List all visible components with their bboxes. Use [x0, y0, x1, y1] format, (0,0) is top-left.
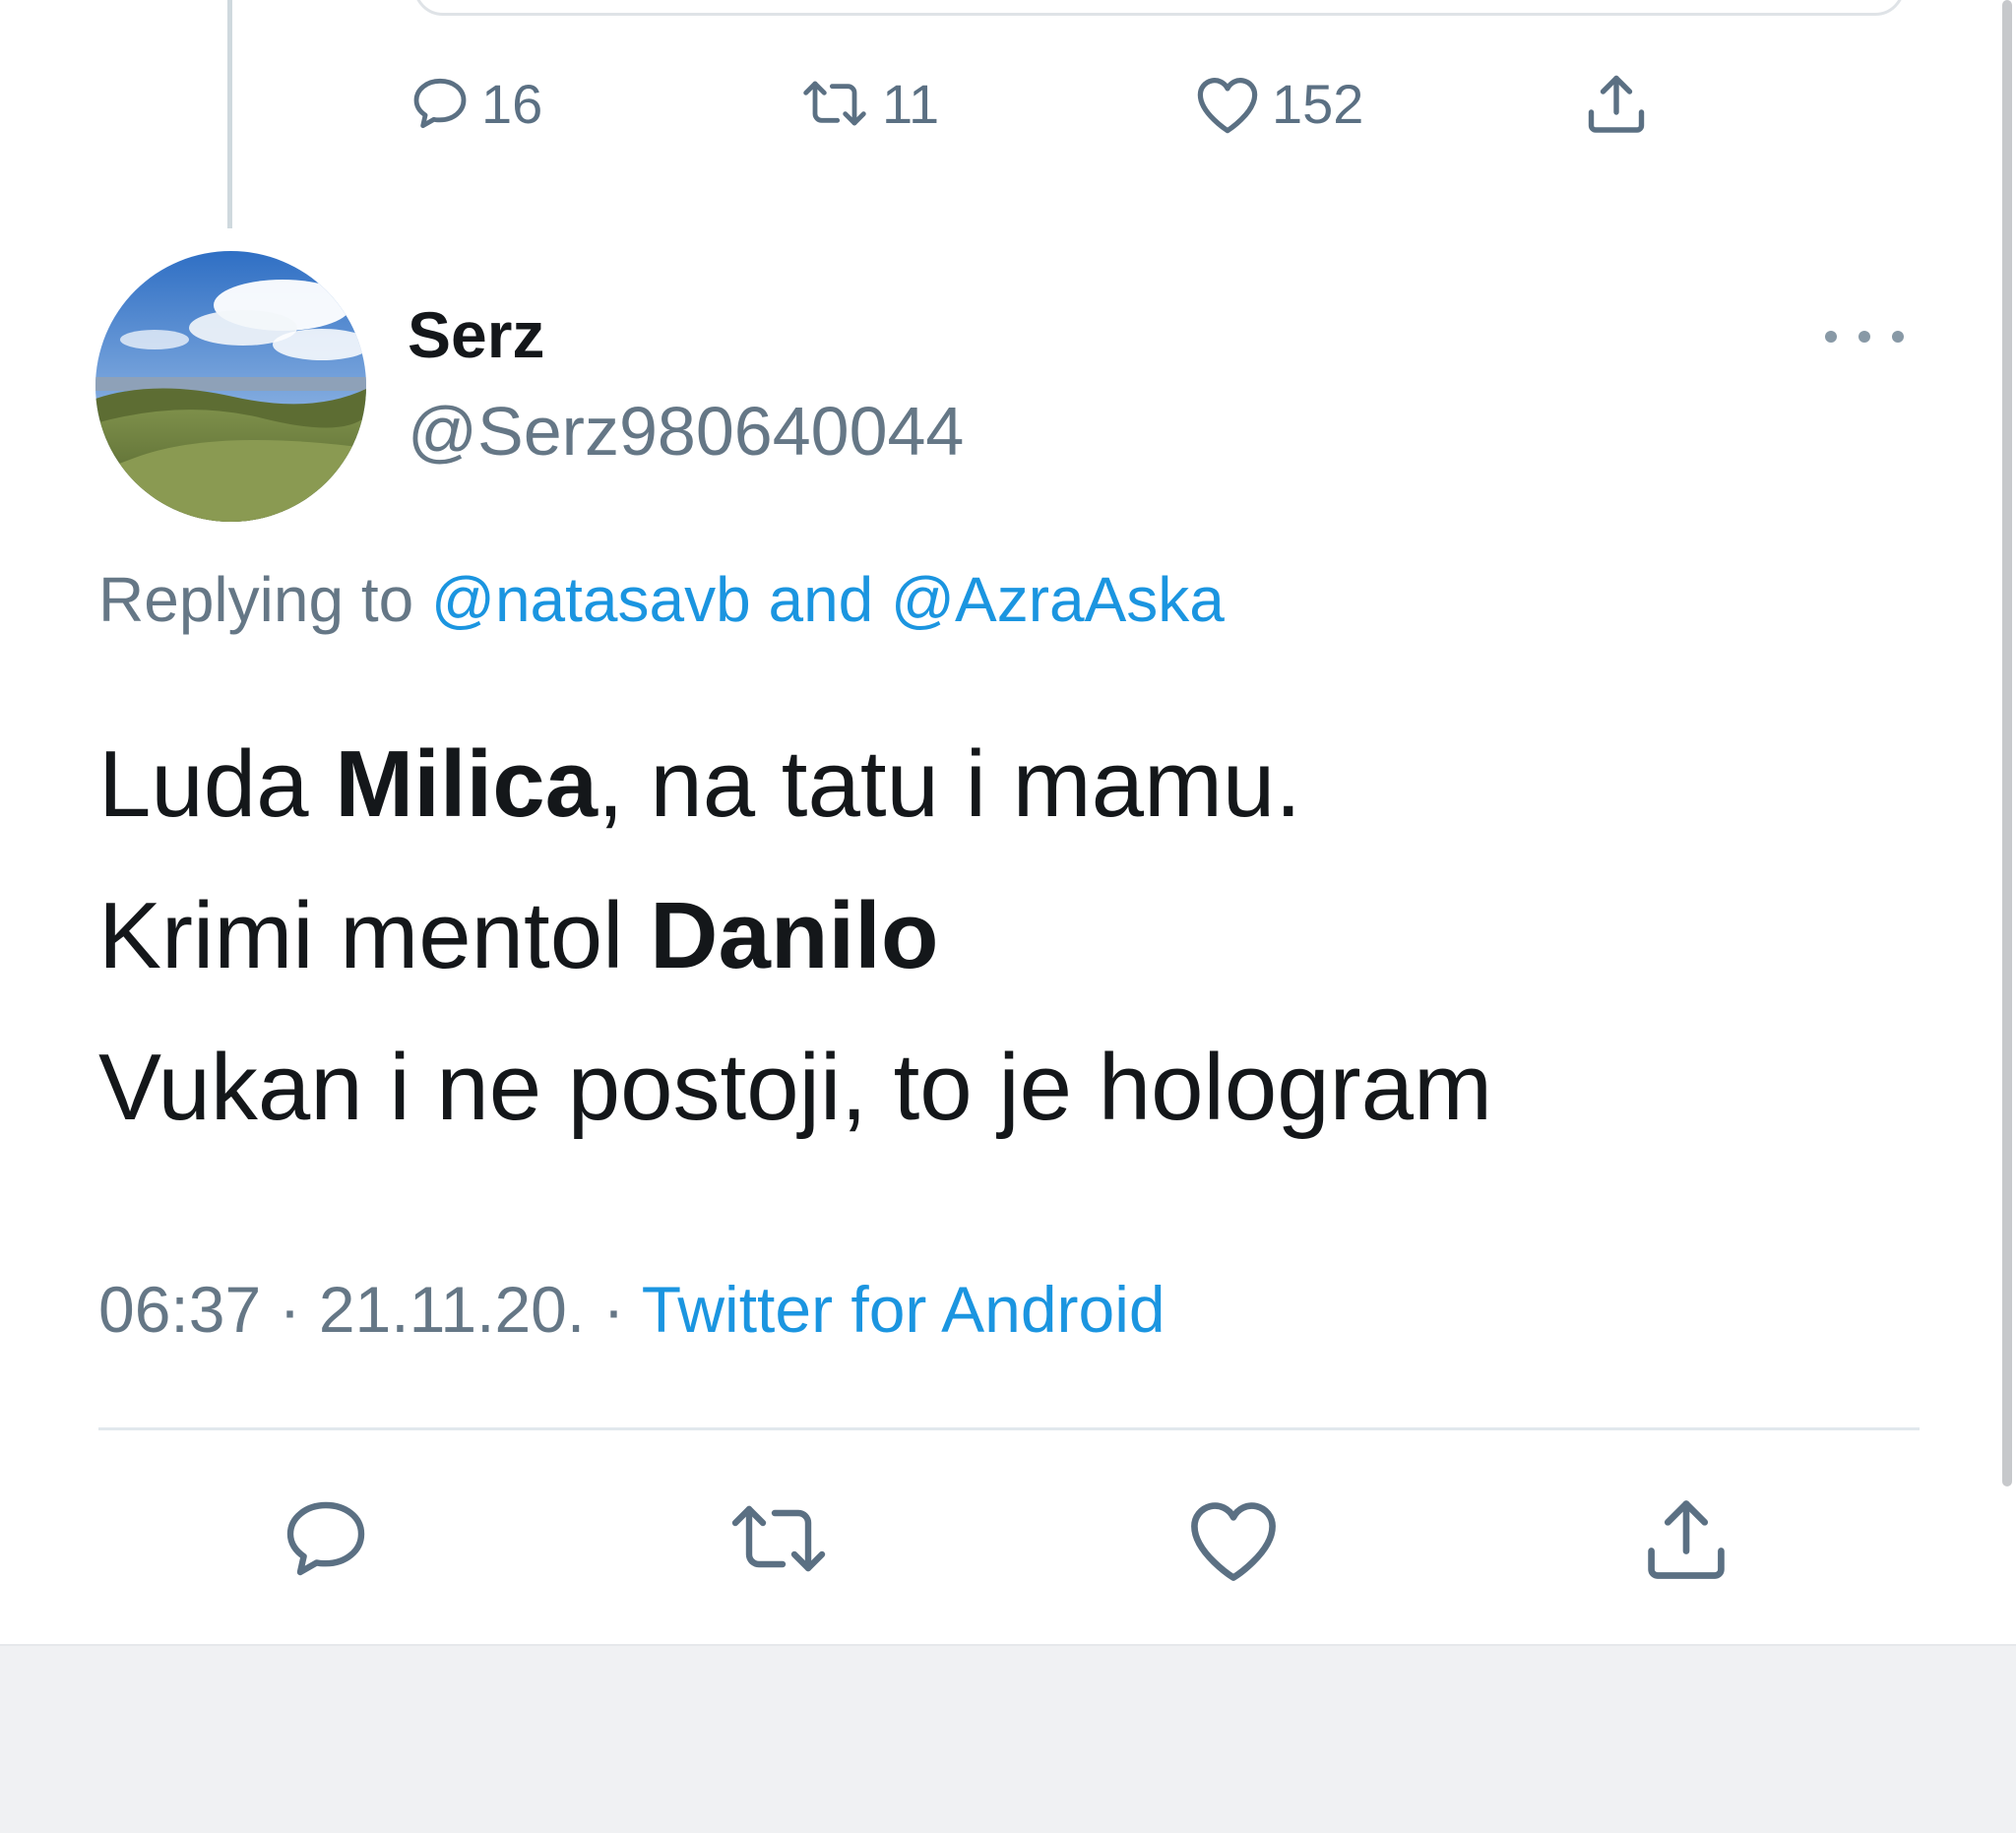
share-icon — [1581, 68, 1652, 139]
reply-button[interactable] — [272, 1486, 380, 1595]
previous-tweet-card-edge — [413, 0, 1905, 16]
tweet-line: Luda Milica, na tatu i mamu. — [98, 709, 1492, 860]
avatar[interactable] — [95, 251, 366, 522]
previous-tweet-action-bar: 16 11 152 — [0, 59, 2016, 148]
share-button[interactable] — [1632, 1486, 1740, 1595]
tweet-action-bar — [0, 1486, 2016, 1595]
more-dot — [1892, 331, 1904, 343]
share-icon — [1637, 1489, 1735, 1593]
replying-to-prefix: Replying to — [98, 564, 414, 635]
tweet-time: 06:37 — [98, 1273, 262, 1346]
retweet-button[interactable] — [724, 1486, 833, 1595]
previous-reply-button[interactable]: 16 — [409, 59, 542, 148]
tweet-line-bold: Danilo — [650, 883, 939, 988]
tweet-line-text: Krimi mentol — [98, 883, 651, 988]
tweet-line: Vukan i ne postoji, to je hologram — [98, 1012, 1492, 1164]
replying-to-line: Replying to @natasavb and @AzraAska — [98, 563, 1225, 636]
tweet-date: 21.11.20. — [318, 1273, 586, 1346]
tweet-detail-page: 16 11 152 Serz @Serz980640044 Replying t… — [0, 0, 2016, 1644]
author-display-name[interactable]: Serz — [408, 297, 544, 372]
reply-icon — [409, 72, 472, 135]
like-icon — [1193, 72, 1262, 135]
replying-to-conjunction: and — [768, 564, 874, 635]
tweet-text: Luda Milica, na tatu i mamu. Krimi mento… — [98, 709, 1492, 1164]
tweet-source-link[interactable]: Twitter for Android — [642, 1273, 1166, 1346]
bottom-empty-area — [0, 1644, 2016, 1833]
meta-separator: · — [602, 1273, 625, 1346]
more-dot — [1858, 331, 1870, 343]
previous-reply-count: 16 — [481, 72, 543, 135]
previous-like-count: 152 — [1272, 72, 1364, 135]
tweet-line-text: , na tatu i mamu. — [598, 731, 1301, 837]
tweet-meta: 06:37 · 21.11.20. · Twitter for Android — [98, 1272, 1166, 1347]
scrollbar[interactable] — [2002, 0, 2012, 1486]
like-button[interactable] — [1179, 1486, 1288, 1595]
author-handle[interactable]: @Serz980640044 — [408, 392, 964, 471]
previous-retweet-count: 11 — [882, 72, 940, 135]
meta-separator: · — [279, 1273, 301, 1346]
avatar-landscape-image — [95, 251, 366, 522]
reply-icon — [279, 1491, 373, 1591]
tweet-line-text: Vukan i ne postoji, to je hologram — [98, 1035, 1492, 1140]
replying-to-user-natasavb[interactable]: @natasavb — [431, 564, 751, 635]
replying-to-user-azraaska[interactable]: @AzraAska — [891, 564, 1225, 635]
tweet-line-bold: Milica — [335, 731, 598, 837]
more-dot — [1825, 331, 1837, 343]
divider — [98, 1427, 1920, 1430]
like-icon — [1184, 1493, 1283, 1589]
retweet-icon — [724, 1491, 834, 1591]
previous-share-button[interactable] — [1581, 59, 1652, 148]
previous-like-button[interactable]: 152 — [1193, 59, 1363, 148]
tweet-line-text: Luda — [98, 731, 336, 837]
retweet-icon — [797, 72, 872, 135]
previous-retweet-button[interactable]: 11 — [797, 59, 939, 148]
tweet-line: Krimi mentol Danilo — [98, 860, 1492, 1012]
more-icon[interactable] — [1825, 317, 1904, 356]
